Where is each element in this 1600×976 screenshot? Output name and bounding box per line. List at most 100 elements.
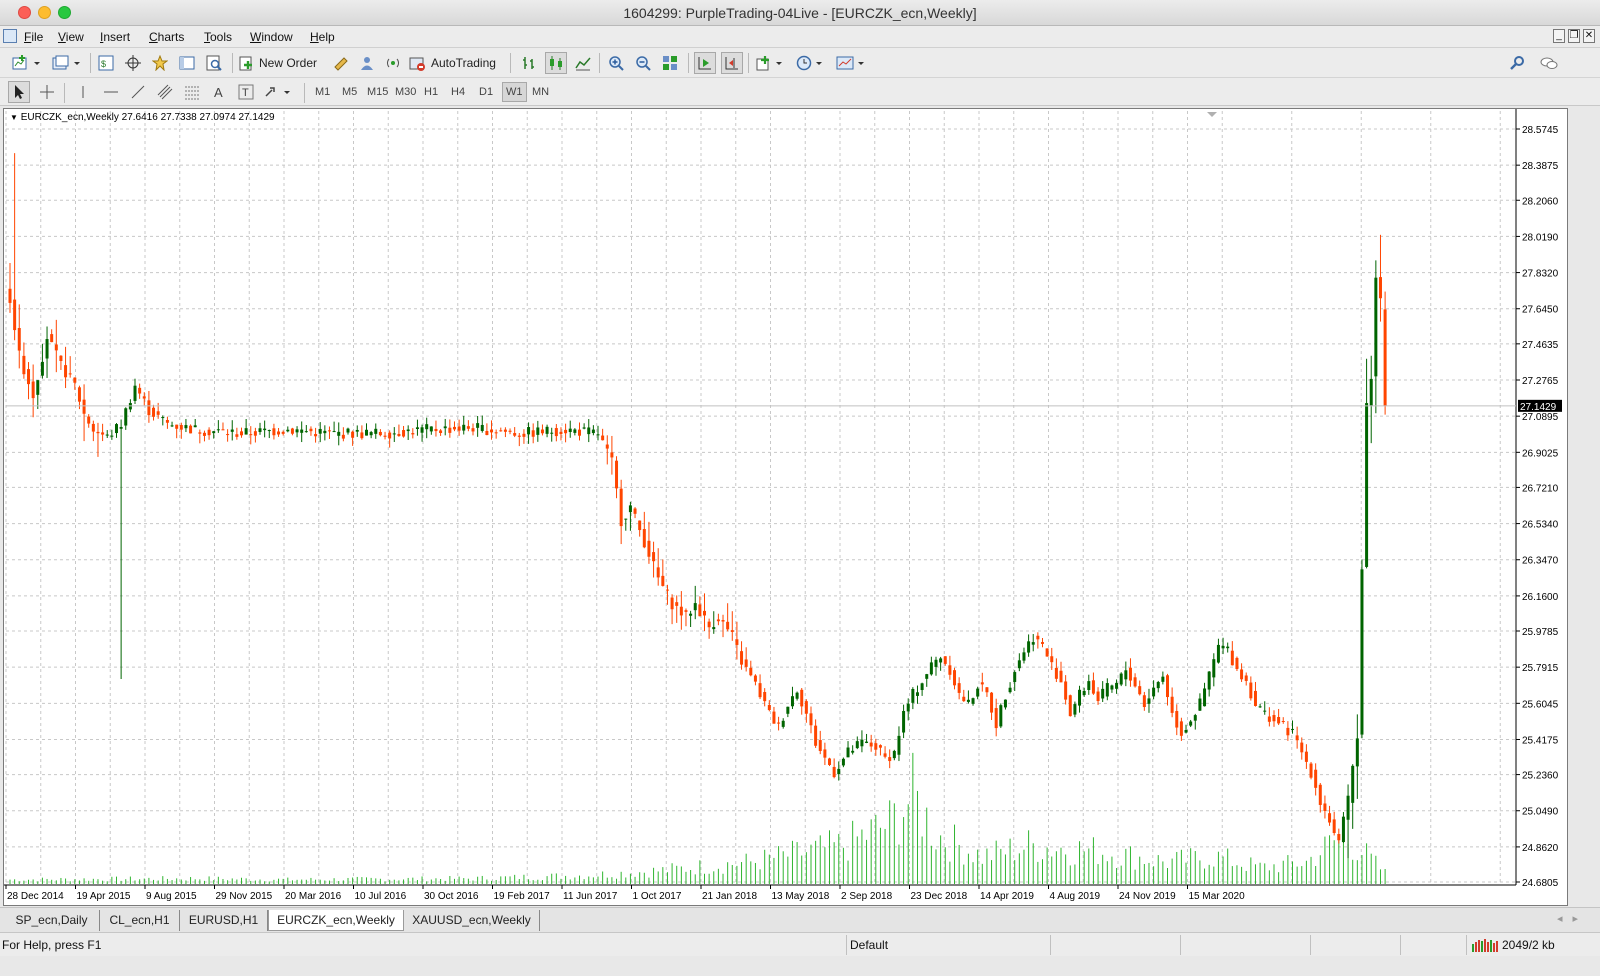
bar-chart-button[interactable] <box>518 52 540 74</box>
x-tick-label: 13 May 2018 <box>772 891 830 902</box>
candle-bear <box>605 444 609 449</box>
timeframe-m5[interactable]: M5 <box>339 82 360 102</box>
new-order-button[interactable]: New Order <box>238 52 324 74</box>
candle-bear <box>1230 650 1234 666</box>
candle-bear <box>513 433 517 436</box>
timeframe-mn[interactable]: MN <box>529 82 552 102</box>
candle-bull <box>851 750 855 753</box>
menu-charts[interactable]: Charts <box>149 30 184 44</box>
price-chart[interactable]: 28.5745 28.3875 28.2060 28.0190 27.8320 27.64… <box>4 109 1567 905</box>
zoom-in-button[interactable] <box>605 52 627 74</box>
text-tool-button[interactable]: A <box>208 81 230 103</box>
minimize-window-button[interactable] <box>38 6 51 19</box>
timeframe-h4[interactable]: H4 <box>448 82 468 102</box>
legend-collapse-icon: ▼ <box>10 113 18 122</box>
text-label-button[interactable]: T <box>235 81 257 103</box>
terminal-window: 1604299: PurpleTrading-04Live - [EURCZK_… <box>0 0 1600 976</box>
equidistant-channel-button[interactable] <box>154 81 176 103</box>
x-tick-label: 30 Oct 2016 <box>424 891 479 902</box>
candle-bull <box>550 432 554 434</box>
mdi-close-button[interactable]: ✕ <box>1583 29 1595 43</box>
candle-bear <box>226 434 230 436</box>
horizontal-line-button[interactable] <box>100 81 122 103</box>
candle-bear <box>767 704 771 711</box>
tab-cl-ecn-h1[interactable]: CL_ecn,H1 <box>100 910 180 931</box>
maximize-window-button[interactable] <box>58 6 71 19</box>
candle-bull <box>1087 681 1091 690</box>
strategy-tester-button[interactable] <box>203 52 225 74</box>
tab-eurusd-h1[interactable]: EURUSD,H1 <box>180 910 268 931</box>
menu-insert[interactable]: Insert <box>100 30 130 44</box>
auto-trading-button[interactable]: AutoTrading <box>408 52 504 74</box>
timeframe-w1[interactable]: W1 <box>502 82 527 102</box>
auto-scroll-button[interactable] <box>694 52 716 74</box>
templates-button[interactable] <box>834 52 870 74</box>
indicators-button[interactable] <box>754 52 788 74</box>
timeframe-m1[interactable]: M1 <box>312 82 333 102</box>
zoom-out-button[interactable] <box>632 52 654 74</box>
menu-view[interactable]: View <box>58 30 84 44</box>
profiles-button[interactable] <box>50 52 84 74</box>
candle-bull <box>406 429 410 432</box>
candle-bull <box>628 505 632 513</box>
mql5-community-button[interactable] <box>356 52 378 74</box>
mdi-minimize-button[interactable]: _ <box>1553 29 1565 43</box>
line-chart-icon <box>575 57 591 71</box>
timeframe-m30[interactable]: M30 <box>392 82 419 102</box>
tab-eurczk-ecn-weekly[interactable]: EURCZK_ecn,Weekly <box>268 910 404 931</box>
horizontal-line-icon <box>104 91 118 93</box>
terminal-button[interactable] <box>176 52 198 74</box>
menu-tools[interactable]: Tools <box>204 30 232 44</box>
timeframe-m15[interactable]: M15 <box>364 82 391 102</box>
candle-bear <box>485 431 489 436</box>
periods-button[interactable] <box>794 52 828 74</box>
arrows-button[interactable] <box>262 81 296 103</box>
tile-windows-button[interactable] <box>659 52 681 74</box>
new-chart-button[interactable] <box>10 52 44 74</box>
candle-bear <box>17 328 21 351</box>
search-button[interactable] <box>1506 52 1528 74</box>
candle-bull <box>36 380 40 395</box>
signals-button[interactable] <box>382 52 404 74</box>
candle-bull <box>527 427 531 435</box>
candle-bear <box>814 725 818 746</box>
candle-bull <box>999 705 1003 727</box>
vertical-line-button[interactable] <box>72 81 94 103</box>
candlestick-chart-button[interactable] <box>545 52 567 74</box>
candle-bear <box>249 434 253 436</box>
candle-bull <box>161 417 165 419</box>
timeframe-h1[interactable]: H1 <box>421 82 441 102</box>
metaeditor-button[interactable] <box>330 52 352 74</box>
chart-window[interactable]: 28.5745 28.3875 28.2060 28.0190 27.8320 27.64… <box>3 108 1568 906</box>
crosshair-tool-button[interactable] <box>36 81 58 103</box>
menu-help[interactable]: Help <box>310 30 335 44</box>
candle-bear <box>327 430 331 432</box>
market-watch-button[interactable]: $ <box>95 52 117 74</box>
y-tick-label: 26.5340 <box>1522 520 1559 531</box>
timeframe-d1[interactable]: D1 <box>476 82 496 102</box>
status-profile[interactable]: Default <box>850 937 888 953</box>
menu-file[interactable]: File <box>24 30 43 44</box>
candle-bull <box>355 429 359 432</box>
fibonacci-button[interactable] <box>181 81 203 103</box>
cursor-tool-button[interactable] <box>8 81 30 103</box>
chart-document-icon[interactable] <box>3 29 17 43</box>
close-window-button[interactable] <box>18 6 31 19</box>
trendline-button[interactable] <box>127 81 149 103</box>
candle-bull <box>1101 688 1105 699</box>
tab-scroll-arrows-icon[interactable]: ◂▸ <box>1557 912 1588 925</box>
mdi-restore-button[interactable]: ❐ <box>1568 29 1580 43</box>
line-chart-button[interactable] <box>572 52 594 74</box>
data-window-button[interactable] <box>122 52 144 74</box>
candle-bear <box>1170 696 1174 713</box>
navigator-button[interactable] <box>149 52 171 74</box>
tab-xauusd-ecn-weekly[interactable]: XAUUSD_ecn,Weekly <box>404 910 540 931</box>
chat-button[interactable] <box>1538 52 1560 74</box>
candle-bear <box>818 740 822 751</box>
candle-bull <box>1124 670 1128 680</box>
candle-bear <box>758 683 762 698</box>
menu-window[interactable]: Window <box>250 30 293 44</box>
tab-sp-ecn-daily[interactable]: SP_ecn,Daily <box>4 910 100 931</box>
chart-shift-button[interactable] <box>721 52 743 74</box>
candle-bear <box>142 396 146 399</box>
